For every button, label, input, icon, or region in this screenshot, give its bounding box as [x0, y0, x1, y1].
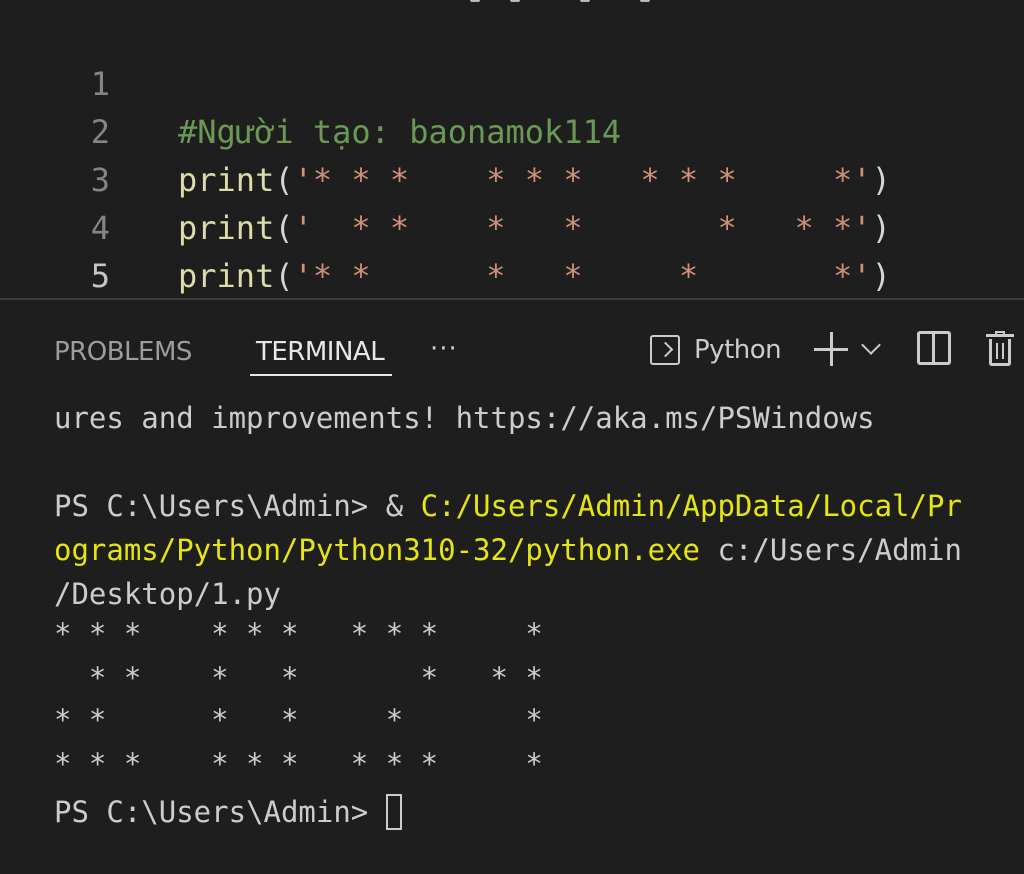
- output-line: * * * * * * * * * *: [54, 747, 543, 781]
- trash-icon[interactable]: [986, 331, 1014, 367]
- terminal-icon: [650, 335, 680, 365]
- line-number: 5: [90, 257, 110, 295]
- code-line-4[interactable]: 4 print('* * * * * *'): [0, 156, 1024, 295]
- script-arg: /Desktop/1.py: [54, 577, 281, 611]
- script-arg: c:/Users/Admin: [700, 533, 962, 567]
- open-paren: (: [274, 257, 294, 295]
- tab-terminal[interactable]: TERMINAL: [256, 332, 385, 372]
- terminal-command-line: ograms/Python/Python310-32/python.exe c:…: [54, 528, 1014, 572]
- terminal-prompt-line[interactable]: PS C:\Users\Admin>: [54, 790, 1014, 834]
- code-line-2[interactable]: 2 print('* * * * * * * * * *'): [0, 60, 1024, 199]
- function-name: print: [178, 257, 275, 295]
- string-literal: '* * * * * *': [293, 257, 872, 295]
- terminal-command-line: /Desktop/1.py: [54, 572, 1014, 616]
- active-tab-indicator: [250, 374, 392, 376]
- more-tabs-button[interactable]: ···: [430, 332, 458, 366]
- code-line-3[interactable]: 3 print(' * * * * * * *'): [0, 108, 1024, 247]
- code-line-1[interactable]: 1 #Người tạo: baonamok114: [0, 12, 1024, 151]
- split-terminal-icon[interactable]: [917, 331, 951, 365]
- exe-path: ograms/Python/Python310-32/python.exe: [54, 533, 701, 567]
- chevron-down-icon[interactable]: [861, 335, 881, 355]
- output-line: * * * * * *: [54, 703, 543, 737]
- output-line: * * * * * * *: [54, 661, 543, 695]
- code-line-5[interactable]: 5 print('* * * * * * * * * *'): [0, 204, 1024, 295]
- tab-problems[interactable]: PROBLEMS: [54, 332, 192, 372]
- prompt: PS C:\Users\Admin>: [54, 795, 386, 829]
- terminal-command-line: PS C:\Users\Admin> & C:/Users/Admin/AppD…: [54, 484, 1014, 528]
- code-editor[interactable]: 1 #Người tạo: baonamok114 2 print('* * *…: [0, 0, 1024, 298]
- close-paren: ): [871, 257, 891, 295]
- terminal-kind-label: Python: [694, 335, 782, 365]
- exe-path: C:/Users/Admin/AppData/Local/Pr: [420, 489, 962, 523]
- new-terminal-icon[interactable]: [814, 332, 848, 366]
- bottom-panel: PROBLEMS TERMINAL ··· Python ures and im…: [0, 300, 1024, 874]
- output-line: * * * * * * * * * *: [54, 617, 543, 651]
- terminal-cursor: [385, 794, 402, 830]
- terminal-line: ures and improvements! https://aka.ms/PS…: [54, 401, 875, 435]
- clipped-previous-line: [470, 0, 700, 2]
- terminal-selector[interactable]: Python: [650, 330, 782, 370]
- prompt: PS C:\Users\Admin> &: [54, 489, 421, 523]
